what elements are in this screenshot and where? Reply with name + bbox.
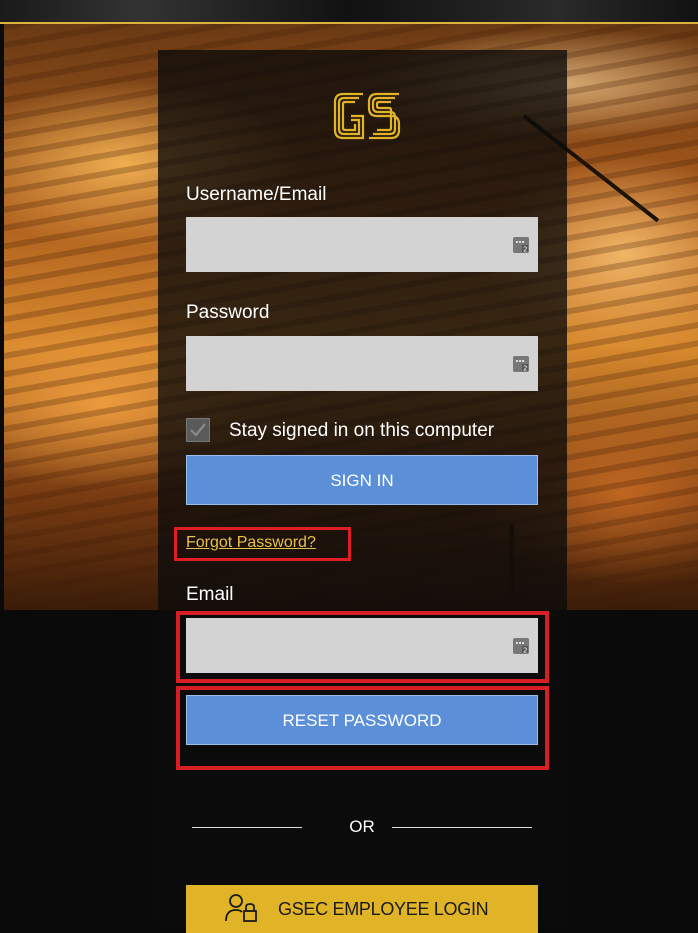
svg-text:2: 2 — [523, 246, 527, 254]
svg-text:2: 2 — [523, 647, 527, 655]
divider-line-right — [392, 827, 532, 828]
password-manager-icon[interactable]: 2 — [513, 356, 529, 372]
reset-email-field[interactable]: 2 — [186, 618, 538, 673]
svg-text:2: 2 — [523, 365, 527, 373]
password-manager-icon[interactable]: 2 — [513, 237, 529, 253]
reset-password-button[interactable]: RESET PASSWORD — [186, 695, 538, 745]
username-label: Username/Email — [186, 184, 327, 205]
top-banner-strip — [0, 0, 698, 24]
password-field[interactable]: 2 — [186, 336, 538, 391]
password-label: Password — [186, 302, 270, 323]
or-divider: OR — [192, 815, 532, 839]
or-label: OR — [349, 817, 375, 836]
employee-login-button[interactable]: GSEC EMPLOYEE LOGIN — [186, 885, 538, 933]
employee-login-label: GSEC EMPLOYEE LOGIN — [278, 899, 489, 919]
gs-logo-icon — [333, 92, 401, 140]
checkmark-icon — [190, 423, 206, 437]
sign-in-button[interactable]: SIGN IN — [186, 455, 538, 505]
employee-lock-icon — [225, 894, 257, 922]
password-manager-icon[interactable]: 2 — [513, 638, 529, 654]
forgot-password-link[interactable]: Forgot Password? — [186, 534, 316, 552]
stay-signed-in-checkbox[interactable] — [186, 418, 210, 442]
divider-line-left — [192, 827, 302, 828]
email-label: Email — [186, 584, 234, 605]
stay-signed-in-label: Stay signed in on this computer — [229, 420, 495, 441]
username-field[interactable]: 2 — [186, 217, 538, 272]
login-panel: Username/Email 2 Password 2 Stay signed … — [158, 50, 567, 933]
